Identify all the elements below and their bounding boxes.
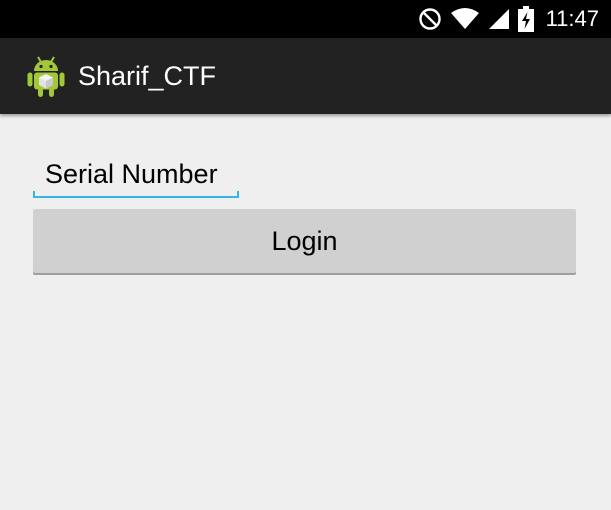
field-underline-left-tick xyxy=(33,191,35,198)
status-icons: 11:47 xyxy=(418,0,599,38)
android-app-icon[interactable] xyxy=(26,54,66,102)
field-underline xyxy=(33,196,239,198)
status-bar: 11:47 xyxy=(0,0,611,38)
main-content: Serial Number Login xyxy=(0,114,611,510)
signal-icon xyxy=(488,7,510,31)
status-clock: 11:47 xyxy=(545,6,599,31)
action-bar: Sharif_CTF xyxy=(0,38,611,114)
login-button[interactable]: Login xyxy=(33,209,576,273)
serial-number-text[interactable]: Serial Number xyxy=(45,158,218,190)
serial-number-field[interactable]: Serial Number xyxy=(33,152,239,198)
wifi-icon xyxy=(450,7,480,31)
app-title: Sharif_CTF xyxy=(78,61,217,91)
field-underline-right-tick xyxy=(237,191,239,198)
battery-charging-icon xyxy=(517,6,534,32)
do-not-disturb-icon xyxy=(418,7,442,31)
